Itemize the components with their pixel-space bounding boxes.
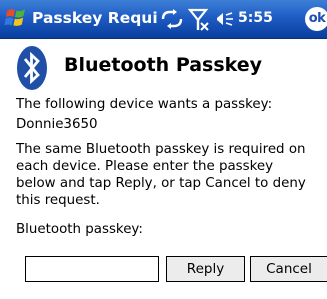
explanation-line: below and tap Reply, or tap Cancel to de… [16, 176, 306, 191]
sync-icon[interactable] [160, 9, 184, 29]
windows-start-icon[interactable] [4, 5, 30, 31]
dialog-header: Bluetooth Passkey [16, 45, 316, 91]
passkey-field-label: Bluetooth passkey: [16, 222, 143, 237]
explanation-line: The same Bluetooth passkey is required o… [16, 142, 306, 157]
cancel-button[interactable]: Cancel [250, 256, 327, 282]
explanation-line: each device. Please enter the passkey [16, 159, 274, 174]
explanation-line: this request. [16, 193, 100, 208]
intro-text: The following device wants a passkey: [16, 97, 273, 112]
volume-icon[interactable] [212, 10, 234, 28]
dialog-title: Bluetooth Passkey [64, 54, 263, 76]
signal-off-icon[interactable] [188, 8, 210, 32]
reply-button[interactable]: Reply [166, 256, 245, 282]
clock-time[interactable]: 5:55 [238, 10, 273, 26]
explanation-text: The same Bluetooth passkey is required o… [16, 141, 316, 209]
window-title: Passkey Requir [32, 9, 157, 27]
passkey-input[interactable] [25, 256, 159, 282]
bluetooth-icon [17, 46, 47, 90]
title-bar: Passkey Requir 5:55 ok [0, 0, 327, 39]
device-name: Donnie3650 [16, 117, 98, 132]
ok-button[interactable]: ok [305, 7, 327, 31]
